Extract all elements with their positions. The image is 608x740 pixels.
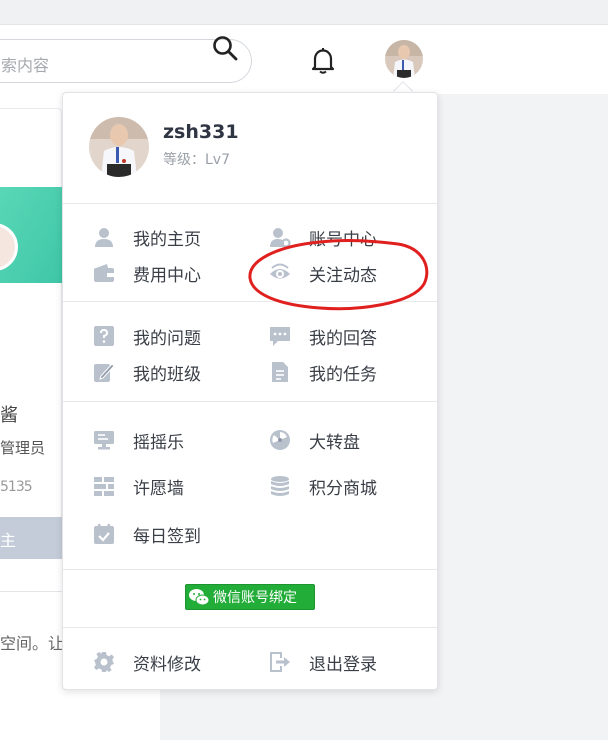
edit-icon <box>94 363 115 382</box>
menu-points-mall-label: 积分商城 <box>309 478 377 499</box>
calendar-check-icon <box>94 524 114 544</box>
coins-icon <box>271 476 289 496</box>
menu-my-classes-label: 我的班级 <box>133 364 201 385</box>
gear-icon <box>94 652 114 672</box>
menu-my-tasks[interactable]: 我的任务 <box>269 359 377 385</box>
menu-logout-label: 退出登录 <box>309 654 377 675</box>
menu-my-questions[interactable]: 我的问题 <box>93 323 201 349</box>
menu-my-classes[interactable]: 我的班级 <box>93 359 201 385</box>
menu-wish-wall-label: 许愿墙 <box>133 478 184 499</box>
menu-follow-feed-label: 关注动态 <box>309 265 377 286</box>
user-dropdown-menu: zsh331 等级：Lv7 我的主页 账号中心 费用中心 关注动态 我的问题 我… <box>62 92 438 690</box>
divider <box>63 203 437 204</box>
search-placeholder: 索内容 <box>1 56 50 75</box>
menu-my-questions-label: 我的问题 <box>133 328 201 349</box>
wechat-bind-button[interactable]: 微信账号绑定 <box>185 584 315 610</box>
top-strip <box>0 0 608 24</box>
menu-my-answers[interactable]: 我的回答 <box>269 323 377 349</box>
chat-icon <box>270 327 290 346</box>
monitor-icon <box>94 431 114 450</box>
search-icon[interactable] <box>212 35 238 61</box>
profile-card-button-label: 主 <box>0 531 17 550</box>
menu-my-tasks-label: 我的任务 <box>309 364 377 385</box>
menu-follow-feed[interactable]: 关注动态 <box>269 260 377 286</box>
user-avatar[interactable] <box>385 40 423 78</box>
menu-logout[interactable]: 退出登录 <box>269 649 377 675</box>
menu-my-answers-label: 我的回答 <box>309 328 377 349</box>
menu-wheel[interactable]: 大转盘 <box>269 427 360 453</box>
wechat-bind-label: 微信账号绑定 <box>213 590 297 606</box>
top-header: 索内容 <box>0 24 608 94</box>
menu-shake[interactable]: 摇摇乐 <box>93 427 184 453</box>
wheel-icon <box>270 430 290 450</box>
wallet-icon <box>94 264 114 282</box>
menu-edit-profile[interactable]: 资料修改 <box>93 649 201 675</box>
menu-billing-center-label: 费用中心 <box>133 265 201 286</box>
bell-icon[interactable] <box>310 47 336 75</box>
menu-daily-checkin[interactable]: 每日签到 <box>93 521 201 547</box>
wall-icon <box>94 477 114 496</box>
profile-card-stat: 5135 <box>0 479 33 495</box>
wechat-icon <box>189 589 210 606</box>
user-icon <box>95 228 113 247</box>
menu-my-home[interactable]: 我的主页 <box>93 224 201 250</box>
divider <box>63 627 437 628</box>
menu-wish-wall[interactable]: 许愿墙 <box>93 473 184 499</box>
profile-card-background: 酱 管理员 5135 主 <box>0 108 62 592</box>
profile-card-name: 酱 <box>0 405 18 426</box>
logout-icon <box>270 652 290 672</box>
menu-account-center-label: 账号中心 <box>309 229 377 250</box>
profile-card-button[interactable]: 主 <box>0 517 62 559</box>
divider <box>63 569 437 570</box>
menu-account-center[interactable]: 账号中心 <box>269 224 377 250</box>
menu-shake-label: 摇摇乐 <box>133 432 184 453</box>
dropdown-avatar <box>89 117 149 177</box>
profile-card-role: 管理员 <box>0 439 46 457</box>
dropdown-level: 等级：Lv7 <box>163 152 230 168</box>
menu-wheel-label: 大转盘 <box>309 432 360 453</box>
divider <box>63 301 437 302</box>
eye-icon <box>270 263 290 279</box>
menu-my-home-label: 我的主页 <box>133 229 201 250</box>
user-settings-icon <box>270 228 291 248</box>
menu-daily-checkin-label: 每日签到 <box>133 526 201 547</box>
menu-billing-center[interactable]: 费用中心 <box>93 260 201 286</box>
dropdown-username: zsh331 <box>163 121 239 143</box>
profile-card-divider <box>0 591 62 592</box>
menu-edit-profile-label: 资料修改 <box>133 654 201 675</box>
divider <box>63 401 437 402</box>
left-body-text: 空间。让 <box>0 634 65 653</box>
question-icon <box>94 326 114 346</box>
menu-points-mall[interactable]: 积分商城 <box>269 473 377 499</box>
task-icon <box>272 362 288 382</box>
